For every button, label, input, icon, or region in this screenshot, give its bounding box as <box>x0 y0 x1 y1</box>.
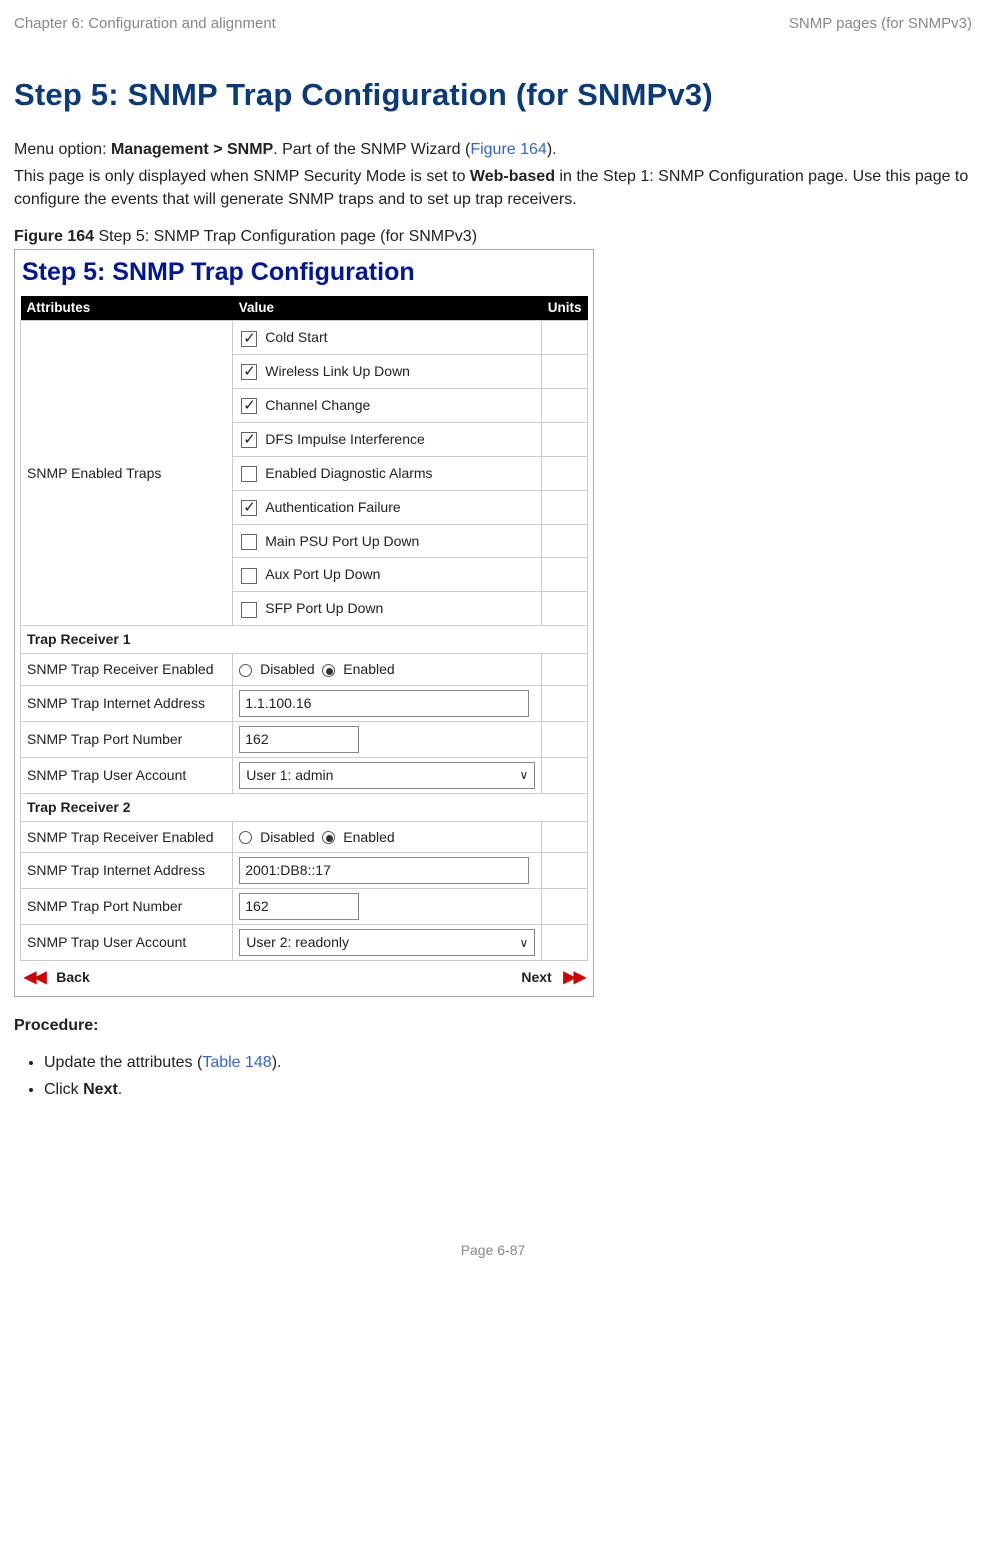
recv2-title: Trap Receiver 2 <box>21 793 588 821</box>
intro-line1: Menu option: Management > SNMP. Part of … <box>14 138 972 161</box>
trap-1: Wireless Link Up Down <box>265 363 410 379</box>
recv2-enabled-label: SNMP Trap Receiver Enabled <box>21 821 233 853</box>
checkbox-diagnostic[interactable] <box>241 466 257 482</box>
checkbox-sfp-port[interactable] <box>241 602 257 618</box>
recv2-user-value: User 2: readonly <box>246 933 349 952</box>
recv1-port-input[interactable]: 162 <box>239 726 359 753</box>
header-left: Chapter 6: Configuration and alignment <box>14 14 276 34</box>
arrow-right-icon: ▶▶ <box>563 969 584 986</box>
trap-7: Aux Port Up Down <box>265 566 380 582</box>
proc-item-2: Click Next. <box>44 1079 972 1101</box>
recv2-user-label: SNMP Trap User Account <box>21 925 233 961</box>
trap-0: Cold Start <box>265 329 327 345</box>
proc-item-1: Update the attributes (Table 148). <box>44 1052 972 1074</box>
arrow-left-icon: ◀◀ <box>24 969 45 986</box>
back-label: Back <box>56 969 89 985</box>
recv1-radio-disabled[interactable] <box>239 664 252 677</box>
recv2-radio-disabled[interactable] <box>239 831 252 844</box>
figure-ref-link[interactable]: Figure 164 <box>470 141 547 158</box>
recv1-radio-enabled[interactable] <box>322 664 335 677</box>
header-right: SNMP pages (for SNMPv3) <box>789 14 972 34</box>
chevron-down-icon: ∨ <box>519 935 528 951</box>
checkbox-wireless-link[interactable] <box>241 364 257 380</box>
recv2-radio-enabled[interactable] <box>322 831 335 844</box>
trap-4: Enabled Diagnostic Alarms <box>265 465 432 481</box>
recv2-port-label: SNMP Trap Port Number <box>21 889 233 925</box>
recv1-port-label: SNMP Trap Port Number <box>21 721 233 757</box>
proc1-b: ). <box>272 1054 282 1071</box>
figure-label-bold: Figure 164 <box>14 228 94 245</box>
figure-title: Step 5: SNMP Trap Configuration <box>22 256 588 290</box>
chevron-down-icon: ∨ <box>519 767 528 783</box>
proc2-b: . <box>118 1081 122 1098</box>
checkbox-aux-port[interactable] <box>241 568 257 584</box>
recv2-port-input[interactable]: 162 <box>239 893 359 920</box>
col-units: Units <box>542 296 588 321</box>
figure-label-rest: Step 5: SNMP Trap Configuration page (fo… <box>94 228 477 245</box>
recv2-enabled-text: Enabled <box>343 829 394 845</box>
recv2-disabled-text: Disabled <box>260 829 314 845</box>
col-attributes: Attributes <box>21 296 233 321</box>
wizard-text: . Part of the SNMP Wizard ( <box>273 141 470 158</box>
recv2-user-select[interactable]: User 2: readonly ∨ <box>239 929 535 956</box>
page-title: Step 5: SNMP Trap Configuration (for SNM… <box>14 74 972 116</box>
checkbox-channel-change[interactable] <box>241 398 257 414</box>
page-footer: Page 6-87 <box>14 1241 972 1274</box>
intro-line2: This page is only displayed when SNMP Se… <box>14 165 972 211</box>
proc1-a: Update the attributes ( <box>44 1054 202 1071</box>
trap-3: DFS Impulse Interference <box>265 431 425 447</box>
checkbox-cold-start[interactable] <box>241 331 257 347</box>
next-label: Next <box>521 969 551 985</box>
para2-a: This page is only displayed when SNMP Se… <box>14 168 470 185</box>
checkbox-main-psu[interactable] <box>241 534 257 550</box>
proc2-bold: Next <box>83 1081 118 1098</box>
wizard-close: ). <box>547 141 557 158</box>
next-button[interactable]: Next ▶▶ <box>521 967 584 989</box>
proc2-a: Click <box>44 1081 83 1098</box>
recv2-addr-input[interactable]: 2001:DB8::17 <box>239 857 529 884</box>
checkbox-dfs[interactable] <box>241 432 257 448</box>
recv1-user-label: SNMP Trap User Account <box>21 757 233 793</box>
back-button[interactable]: ◀◀ Back <box>24 967 90 989</box>
recv1-user-select[interactable]: User 1: admin ∨ <box>239 762 535 789</box>
figure-screenshot: Step 5: SNMP Trap Configuration Attribut… <box>14 249 594 996</box>
procedure-heading: Procedure: <box>14 1015 972 1037</box>
trap-8: SFP Port Up Down <box>265 600 383 616</box>
recv1-title: Trap Receiver 1 <box>21 626 588 654</box>
trap-2: Channel Change <box>265 397 370 413</box>
recv1-enabled-text: Enabled <box>343 661 394 677</box>
recv2-addr-label: SNMP Trap Internet Address <box>21 853 233 889</box>
menu-prefix: Menu option: <box>14 141 111 158</box>
recv1-user-value: User 1: admin <box>246 766 333 785</box>
traps-label: SNMP Enabled Traps <box>21 321 233 626</box>
recv1-addr-input[interactable]: 1.1.100.16 <box>239 690 529 717</box>
recv1-addr-label: SNMP Trap Internet Address <box>21 686 233 722</box>
table-ref-link[interactable]: Table 148 <box>202 1054 271 1071</box>
attributes-table: Attributes Value Units SNMP Enabled Trap… <box>20 296 588 961</box>
para2-bold: Web-based <box>470 168 555 185</box>
recv1-enabled-label: SNMP Trap Receiver Enabled <box>21 654 233 686</box>
trap-5: Authentication Failure <box>265 499 400 515</box>
col-value: Value <box>233 296 542 321</box>
trap-6: Main PSU Port Up Down <box>265 533 419 549</box>
procedure-list: Update the attributes (Table 148). Click… <box>14 1052 972 1100</box>
figure-caption: Figure 164 Step 5: SNMP Trap Configurati… <box>14 226 972 248</box>
menu-path: Management > SNMP <box>111 141 273 158</box>
recv1-disabled-text: Disabled <box>260 661 314 677</box>
checkbox-auth-failure[interactable] <box>241 500 257 516</box>
